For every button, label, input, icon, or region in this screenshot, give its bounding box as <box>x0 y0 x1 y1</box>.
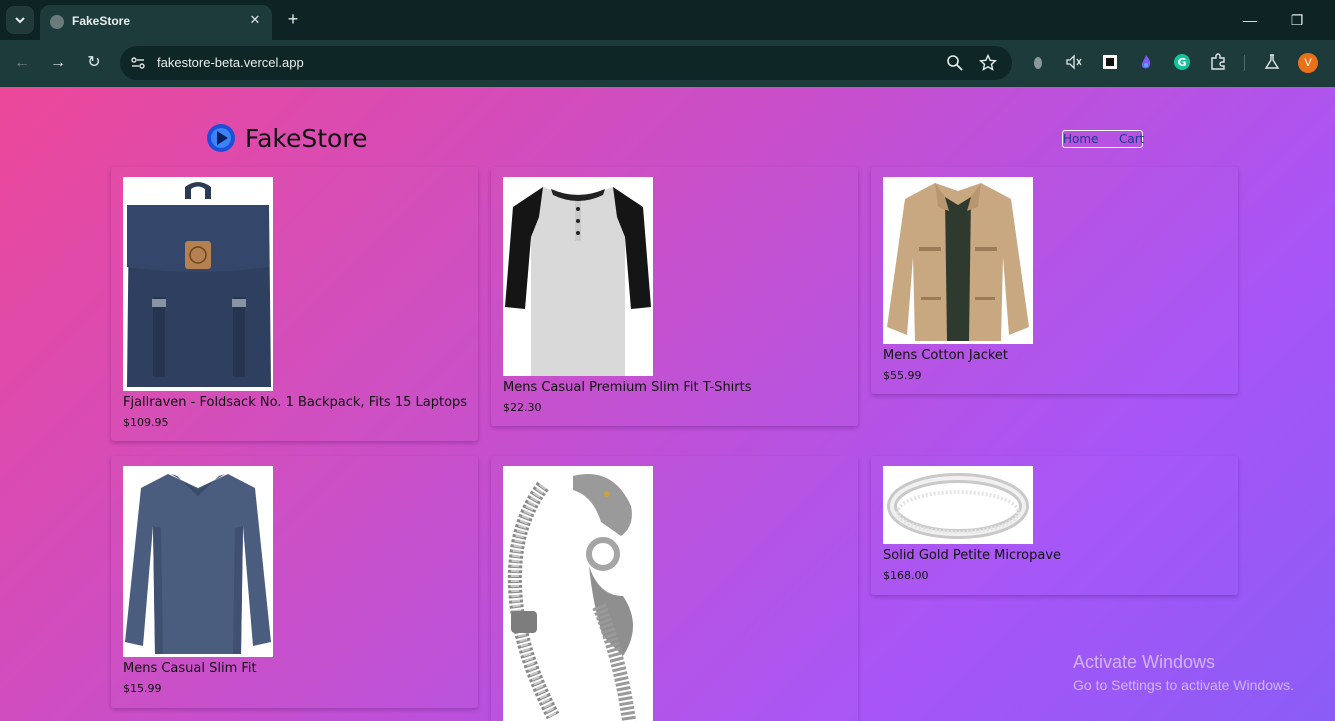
address-bar[interactable]: fakestore-beta.vercel.app <box>120 46 1012 80</box>
product-card[interactable] <box>491 456 858 721</box>
zoom-icon[interactable] <box>946 54 964 72</box>
profile-avatar[interactable]: V <box>1298 53 1318 73</box>
labs-flask-icon[interactable] <box>1263 53 1281 71</box>
product-image-dragon-bracelet[interactable] <box>503 466 653 721</box>
tab-title: FakeStore <box>72 14 131 28</box>
product-image-raglan-tshirt[interactable] <box>503 177 653 376</box>
extension-1-icon[interactable] <box>1029 53 1047 71</box>
tab-search-button[interactable] <box>6 6 34 34</box>
mute-icon[interactable] <box>1065 53 1083 71</box>
product-card[interactable]: Mens Cotton Jacket $55.99 <box>871 167 1238 394</box>
product-name[interactable]: Solid Gold Petite Micropave <box>883 548 1061 563</box>
product-price: $55.99 <box>883 369 922 382</box>
tab-fakestore[interactable]: FakeStore ✕ <box>40 5 272 40</box>
product-name[interactable]: Fjallraven - Foldsack No. 1 Backpack, Fi… <box>123 395 467 410</box>
brand-title[interactable]: FakeStore <box>245 124 367 153</box>
url-text: fakestore-beta.vercel.app <box>157 55 304 70</box>
reload-button[interactable]: ↻ <box>83 52 105 74</box>
product-price: $109.95 <box>123 416 169 429</box>
top-nav: Home Cart <box>1062 130 1144 148</box>
extension-2-icon[interactable] <box>1101 53 1119 71</box>
product-image-jacket[interactable] <box>883 177 1033 344</box>
extension-3-icon[interactable] <box>1137 53 1155 71</box>
back-button[interactable]: ← <box>11 52 33 74</box>
product-price: $22.30 <box>503 401 542 414</box>
tab-strip: FakeStore ✕ + — ❐ ✕ <box>0 0 1335 40</box>
product-card[interactable]: Mens Casual Slim Fit $15.99 <box>111 456 478 708</box>
product-card[interactable]: Solid Gold Petite Micropave $168.00 <box>871 456 1238 595</box>
grammarly-icon[interactable]: G <box>1173 53 1191 71</box>
chevron-down-icon <box>15 17 25 24</box>
site-settings-icon[interactable] <box>130 55 146 71</box>
close-tab-icon[interactable]: ✕ <box>246 11 264 29</box>
new-tab-button[interactable]: + <box>282 8 304 30</box>
product-image-ring[interactable] <box>883 466 1033 544</box>
windows-activation-title: Activate Windows <box>1073 652 1216 672</box>
product-card[interactable]: Fjallraven - Foldsack No. 1 Backpack, Fi… <box>111 167 478 441</box>
page-viewport: FakeStore Home Cart Fjallraven - Foldsac… <box>0 87 1335 721</box>
windows-activation-subtitle: Go to Settings to activate Windows. <box>1073 677 1294 693</box>
svg-text:G: G <box>1177 56 1186 69</box>
product-name[interactable]: Mens Casual Slim Fit <box>123 661 257 676</box>
product-name[interactable]: Mens Casual Premium Slim Fit T-Shirts <box>503 380 752 395</box>
restore-icon[interactable]: ❐ <box>1287 10 1307 30</box>
toolbar-separator <box>1244 55 1245 71</box>
nav-home-link[interactable]: Home <box>1063 132 1098 146</box>
nav-cart-link[interactable]: Cart <box>1119 132 1144 146</box>
product-card[interactable]: Mens Casual Premium Slim Fit T-Shirts $2… <box>491 167 858 426</box>
browser-toolbar: ← → ↻ fakestore-beta.vercel.app <box>0 40 1335 87</box>
product-image-backpack[interactable] <box>123 177 273 391</box>
product-image-longsleeve-shirt[interactable] <box>123 466 273 657</box>
extensions-puzzle-icon[interactable] <box>1209 53 1227 71</box>
product-price: $15.99 <box>123 682 162 695</box>
forward-button[interactable]: → <box>47 52 69 74</box>
fakestore-logo-icon <box>207 124 235 152</box>
bookmark-star-icon[interactable] <box>979 54 997 72</box>
product-price: $168.00 <box>883 569 929 582</box>
product-name[interactable]: Mens Cotton Jacket <box>883 348 1008 363</box>
globe-icon <box>50 15 64 29</box>
minimize-icon[interactable]: — <box>1240 10 1260 30</box>
